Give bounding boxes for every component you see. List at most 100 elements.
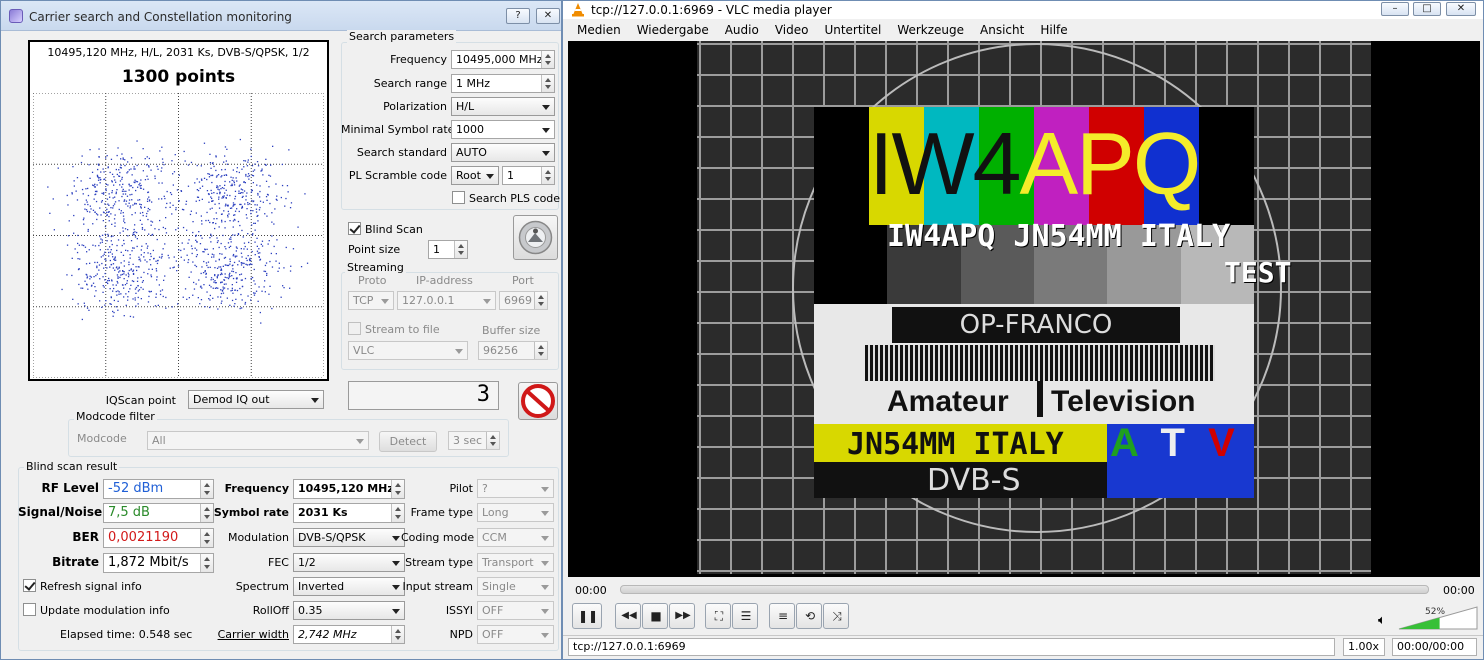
refresh-signal-info-checkbox[interactable] [23,579,36,592]
constellation-point [289,270,292,272]
constellation-point [242,262,244,264]
help-button[interactable]: ? [506,8,530,24]
menu-untertitel[interactable]: Untertitel [824,19,881,41]
pilot-select[interactable]: ? [477,479,554,498]
blind-scan-checkbox[interactable] [348,222,361,235]
shuffle-button[interactable]: ⤨ [823,603,849,629]
frame-type-select[interactable]: Long [477,503,554,522]
constellation-point [96,261,99,264]
constellation-point [244,182,246,184]
constellation-point [210,279,212,281]
seek-slider[interactable] [620,585,1429,594]
constellation-point [142,288,144,290]
frequency-input[interactable]: 10495,000 MHz [451,50,555,69]
constellation-point [102,193,105,195]
video-area[interactable]: IW4APQ IW4APQ JN54MM ITALY TEST OP-FRANC… [568,41,1480,577]
detect-button[interactable]: Detect [379,431,437,452]
extended-settings-button[interactable]: ☰ [732,603,758,629]
next-button[interactable]: ▶▶ [669,603,695,629]
playlist-button[interactable]: ≡ [769,603,795,629]
constellation-point [266,215,268,217]
maximize-button[interactable]: □ [1413,2,1441,16]
search-standard-select[interactable]: AUTO [451,143,555,162]
menu-wiedergabe[interactable]: Wiedergabe [637,19,709,41]
pause-button[interactable]: ❚❚ [572,603,602,629]
pl-scramble-spinner[interactable] [541,167,554,184]
constellation-point [164,275,166,277]
port-spinner[interactable] [534,292,547,309]
search-range-input[interactable]: 1 MHz [451,74,555,93]
modcode-select[interactable]: All [147,431,369,450]
constellation-point [180,249,182,252]
pl-scramble-type-select[interactable]: Root [451,166,499,185]
constellation-point [234,195,237,198]
minimize-button[interactable]: – [1381,2,1409,16]
constellation-point [121,178,123,180]
constellation-point [253,292,255,294]
iq-scan-point-select[interactable]: Demod IQ out [188,390,324,409]
menu-hilfe[interactable]: Hilfe [1040,19,1067,41]
rolloff-select[interactable]: 0.35 [293,601,405,620]
volume-slider[interactable] [1397,605,1479,631]
menu-audio[interactable]: Audio [725,19,759,41]
spectrum-value: Inverted [298,580,345,593]
ip-address-select[interactable]: 127.0.0.1 [397,291,496,310]
speed-field[interactable]: 1.00x [1343,638,1385,656]
constellation-point [115,191,117,193]
detect-seconds-spinner[interactable] [486,432,499,449]
stop-playback-button[interactable]: ■ [642,603,668,629]
stream-type-select[interactable]: Transport [477,553,554,572]
input-stream-select[interactable]: Single [477,577,554,596]
coding-mode-select[interactable]: CCM [477,528,554,547]
constellation-point [122,188,124,191]
npd-select[interactable]: OFF [477,625,554,644]
pl-scramble-code-input[interactable]: 1 [502,166,555,185]
menu-medien[interactable]: Medien [577,19,621,41]
constellation-point [199,303,201,305]
stop-button[interactable] [518,382,558,420]
speaker-icon[interactable]: 🔈︎ [1378,613,1386,628]
start-scan-button[interactable] [513,215,558,260]
constellation-point [206,211,208,214]
previous-button[interactable]: ◀◀ [615,603,641,629]
polarization-select[interactable]: H/L [451,97,555,116]
frequency-spinner[interactable] [541,51,554,68]
constellation-point [202,251,204,253]
constellation-point [249,203,251,205]
menu-ansicht[interactable]: Ansicht [980,19,1024,41]
search-range-spinner[interactable] [541,75,554,92]
player-select[interactable]: VLC [348,341,468,360]
fec-select[interactable]: 1/2 [293,553,405,572]
constellation-point [132,270,134,272]
stream-to-file-checkbox[interactable] [348,322,361,335]
update-modulation-info-checkbox[interactable] [23,603,36,616]
menu-video[interactable]: Video [775,19,809,41]
min-symbol-rate-input[interactable]: 1000 [451,120,555,139]
constellation-point [117,277,119,279]
modulation-select[interactable]: DVB-S/QPSK [293,528,405,547]
menu-werkzeuge[interactable]: Werkzeuge [897,19,964,41]
loop-button[interactable]: ⟲ [796,603,822,629]
constellation-point [216,267,219,269]
issyi-select[interactable]: OFF [477,601,554,620]
constellation-point [201,198,203,200]
spectrum-select[interactable]: Inverted [293,577,405,596]
port-input[interactable]: 6969 [499,291,548,310]
constellation-point [245,175,247,177]
search-pls-checkbox[interactable] [452,191,465,204]
proto-select[interactable]: TCP [348,291,394,310]
detect-seconds-input[interactable]: 3 sec [448,431,500,450]
vlc-close-button[interactable]: ✕ [1446,2,1476,16]
point-size-input[interactable]: 1 [428,240,468,259]
constellation-point [135,180,137,183]
constellation-point [240,293,242,296]
constellation-point [130,269,132,271]
constellation-point [106,281,108,283]
constellation-point [140,298,142,300]
close-button[interactable]: ✕ [536,8,560,24]
buffer-size-input[interactable]: 96256 [478,341,548,360]
fullscreen-button[interactable]: ⛶ [705,603,731,629]
search-parameters-title: Search parameters [347,30,457,43]
point-size-spinner[interactable] [454,241,467,258]
buffer-size-spinner[interactable] [534,342,547,359]
